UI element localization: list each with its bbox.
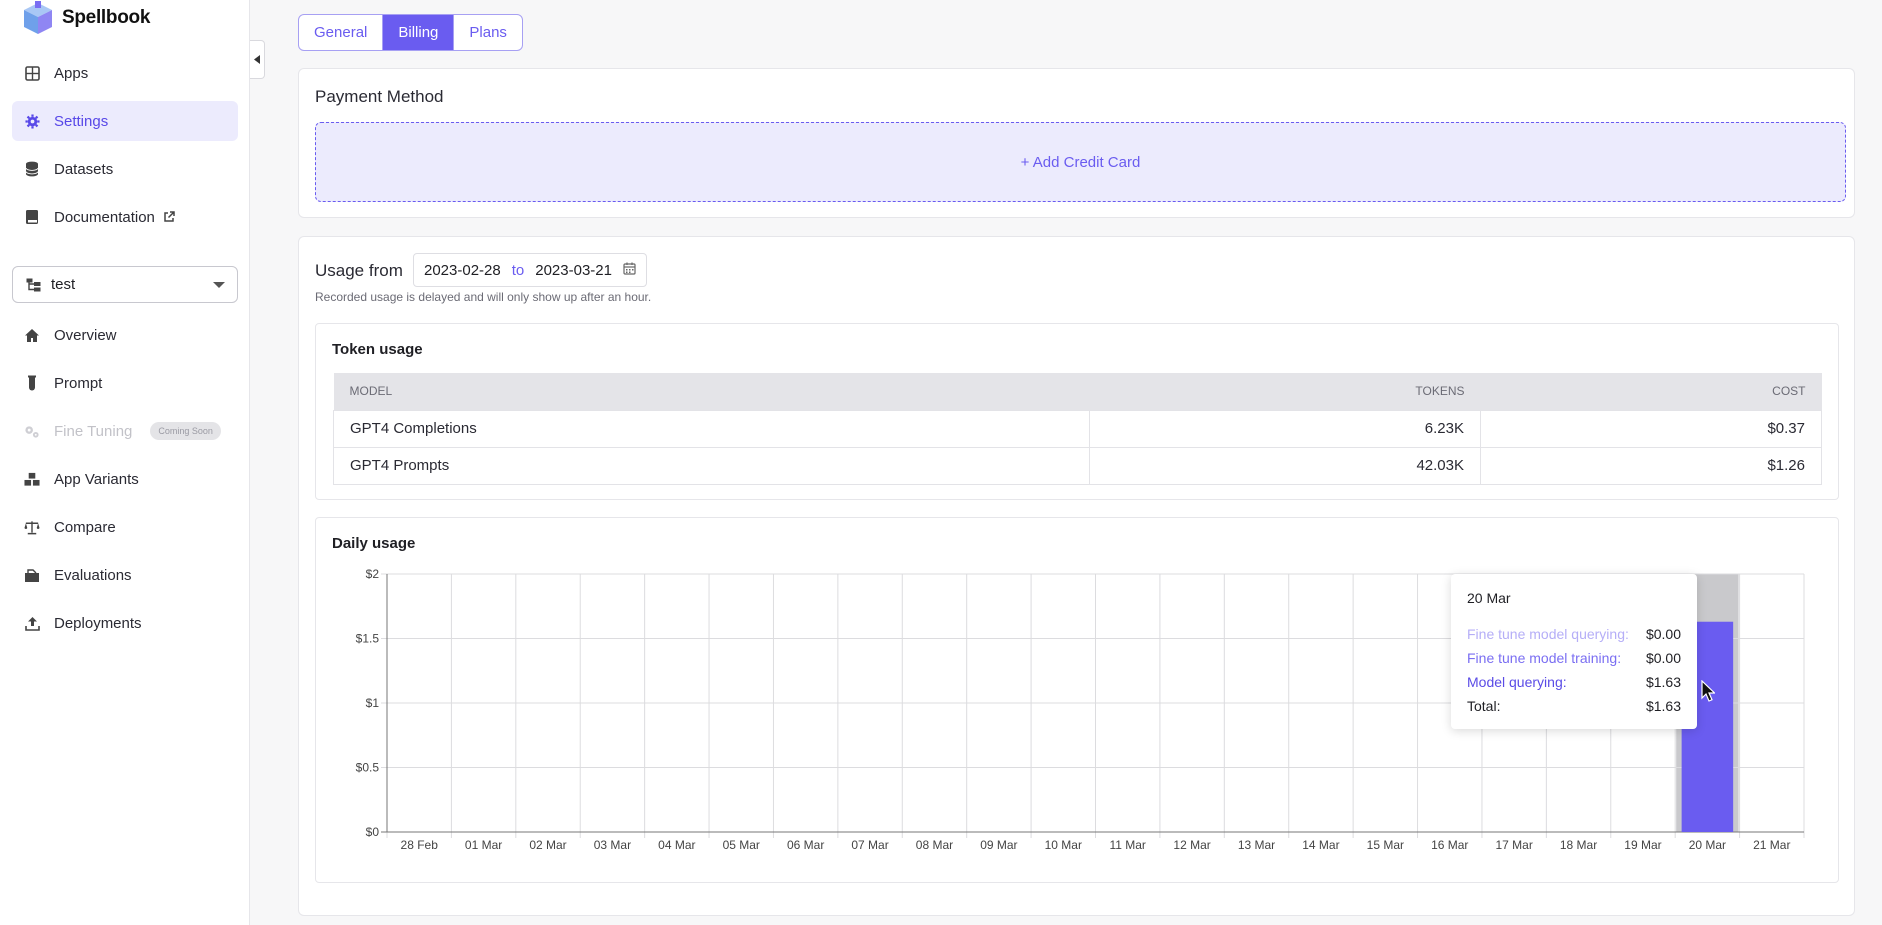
sidebar-item-label: Overview [54, 326, 117, 344]
gear-icon [24, 113, 40, 129]
tooltip-row: Total: $1.63 [1467, 694, 1681, 718]
tooltip-value: $1.63 [1645, 674, 1681, 690]
cell-model: GPT4 Completions [333, 409, 1090, 448]
upload-icon [24, 615, 40, 631]
sidebar-item-evaluations[interactable]: Evaluations [12, 555, 238, 595]
sidebar-item-label: Documentation [54, 208, 155, 226]
column-header-cost: COST [1480, 373, 1822, 410]
usage-title: Usage from [315, 261, 403, 280]
cell-tokens: 6.23K [1089, 409, 1481, 448]
tooltip-value: $0.00 [1645, 626, 1681, 642]
table-row: GPT4 Completions 6.23K $0.37 [333, 409, 1822, 448]
calendar-icon [623, 262, 636, 279]
sidebar-item-label: App Variants [54, 470, 139, 488]
grid-icon [24, 65, 40, 81]
table-row: GPT4 Prompts 42.03K $1.26 [333, 446, 1822, 485]
sidebar-item-settings[interactable]: Settings [12, 101, 238, 141]
mouse-cursor-icon [1701, 679, 1716, 707]
sidebar-item-prompt[interactable]: Prompt [12, 363, 238, 403]
workspace-value: test [51, 276, 76, 293]
tooltip-value: $1.63 [1645, 698, 1681, 714]
table-header-row: MODEL TOKENS COST [333, 373, 1822, 410]
collapse-sidebar-button[interactable] [250, 40, 265, 79]
tooltip-label: Model querying: [1467, 674, 1567, 690]
clipboard-icon [24, 567, 40, 583]
token-usage-card: Token usage MODEL TOKENS COST GPT4 Compl… [315, 323, 1839, 500]
workspace-select[interactable]: test [12, 266, 238, 303]
column-header-model: MODEL [333, 373, 1090, 410]
sidebar-item-apps[interactable]: Apps [12, 53, 238, 93]
tooltip-label: Fine tune model querying: [1467, 626, 1629, 642]
sidebar-item-label: Settings [54, 112, 109, 130]
cell-cost: $0.37 [1480, 409, 1822, 448]
payment-method-card: Payment Method + Add Credit Card [298, 68, 1855, 218]
app-name: Spellbook [62, 7, 151, 28]
tooltip-value: $0.00 [1645, 650, 1681, 666]
column-header-tokens: TOKENS [1089, 373, 1481, 410]
tooltip-row: Model querying: $1.63 [1467, 670, 1681, 694]
sidebar-item-documentation[interactable]: Documentation [12, 197, 238, 237]
add-credit-card-button[interactable]: + Add Credit Card [315, 122, 1846, 202]
date-from[interactable]: 2023-02-28 [424, 262, 501, 279]
tooltip-date: 20 Mar [1467, 590, 1511, 606]
usage-delay-note: Recorded usage is delayed and will only … [315, 290, 652, 304]
logo[interactable]: Spellbook [22, 0, 150, 36]
scale-icon [24, 519, 40, 535]
external-link-icon [161, 209, 177, 225]
date-to[interactable]: 2023-03-21 [535, 262, 612, 279]
home-icon [24, 327, 40, 343]
sidebar-item-label: Deployments [54, 614, 142, 632]
sidebar-item-fine-tuning: Fine Tuning Coming Soon [12, 411, 238, 451]
sidebar-item-label: Evaluations [54, 566, 132, 584]
coming-soon-badge: Coming Soon [150, 422, 221, 440]
chart-tooltip: 20 Mar Fine tune model querying: $0.00 Fi… [1451, 574, 1697, 729]
caret-left-icon [254, 55, 260, 64]
sidebar-item-label: Prompt [54, 374, 103, 392]
date-range-picker[interactable]: 2023-02-28 to 2023-03-21 [413, 253, 647, 287]
sidebar-item-overview[interactable]: Overview [12, 315, 238, 355]
boxes-icon [24, 471, 40, 487]
sidebar-item-label: Datasets [54, 160, 114, 178]
tab-general[interactable]: General [299, 15, 384, 50]
cell-tokens: 42.03K [1089, 446, 1481, 485]
sidebar-item-app-variants[interactable]: App Variants [12, 459, 238, 499]
sidebar-item-label: Compare [54, 518, 116, 536]
book-icon [24, 209, 40, 225]
sidebar-item-label: Fine Tuning [54, 422, 133, 440]
date-range-separator: to [511, 261, 525, 279]
sidebar-item-compare[interactable]: Compare [12, 507, 238, 547]
logo-cube-icon [22, 0, 54, 35]
settings-tabs: General Billing Plans [298, 14, 523, 51]
sidebar-item-label: Apps [54, 64, 89, 82]
tooltip-row: Fine tune model querying: $0.00 [1467, 622, 1681, 646]
sitemap-icon [25, 277, 41, 293]
tab-plans[interactable]: Plans [454, 15, 522, 50]
tab-billing[interactable]: Billing [383, 15, 455, 50]
flask-icon [24, 375, 40, 391]
sidebar: Spellbook Apps Settings Datasets Documen… [0, 0, 250, 925]
gears-icon [24, 423, 40, 439]
tooltip-label: Total: [1467, 698, 1501, 714]
payment-method-title: Payment Method [315, 87, 444, 106]
tooltip-row: Fine tune model training: $0.00 [1467, 646, 1681, 670]
token-usage-title: Token usage [332, 341, 423, 358]
chevron-down-icon [213, 281, 225, 288]
database-icon [24, 161, 40, 177]
cell-cost: $1.26 [1480, 446, 1822, 485]
cell-model: GPT4 Prompts [333, 446, 1090, 485]
daily-usage-title: Daily usage [332, 535, 416, 552]
sidebar-item-datasets[interactable]: Datasets [12, 149, 238, 189]
tooltip-label: Fine tune model training: [1467, 650, 1622, 666]
token-usage-table: MODEL TOKENS COST GPT4 Completions 6.23K… [333, 373, 1822, 485]
sidebar-item-deployments[interactable]: Deployments [12, 603, 238, 643]
